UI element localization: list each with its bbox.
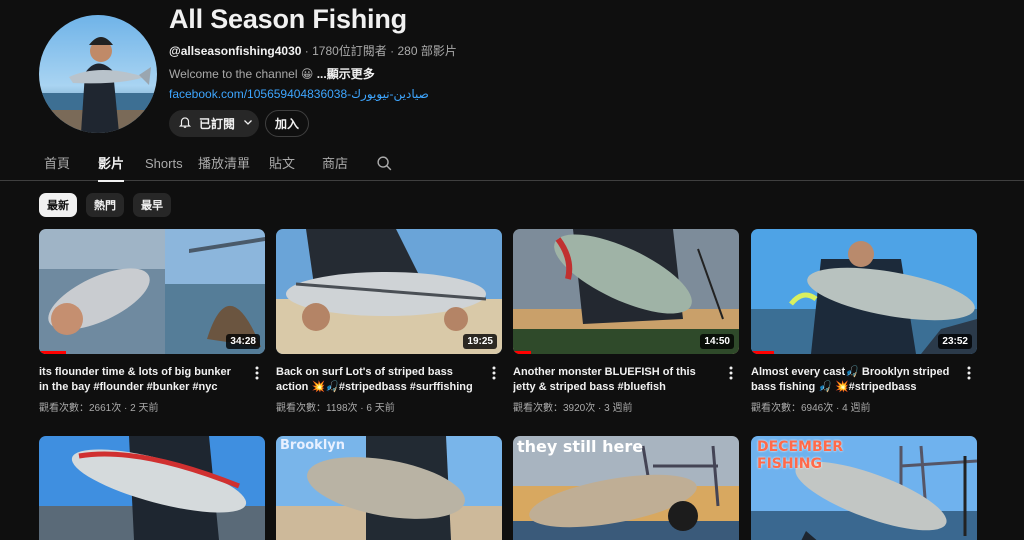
more-vert-icon[interactable] [725, 365, 737, 381]
upload-age: 2 天前 [130, 403, 159, 414]
video-card[interactable]: they still here [513, 436, 739, 540]
upload-age: 6 天前 [366, 403, 395, 414]
chip-popular[interactable]: 熱門 [86, 193, 124, 217]
tab-videos[interactable]: 影片 [98, 146, 125, 182]
view-count: 觀看次數：2661次 [39, 403, 122, 414]
video-thumbnail[interactable]: 19:25 [276, 229, 502, 354]
video-thumbnail[interactable] [39, 436, 265, 540]
video-duration: 19:25 [463, 334, 497, 349]
video-thumbnail[interactable]: 34:28 [39, 229, 265, 354]
meta-separator: · [304, 44, 313, 58]
channel-title: All Season Fishing [169, 4, 407, 34]
thumbnail-overlay-text: Brooklyn [280, 438, 346, 453]
video-meta: 觀看次數：2661次 · 2 天前 [39, 399, 158, 414]
video-count: 280 部影片 [397, 44, 457, 58]
more-vert-icon[interactable] [251, 365, 263, 381]
search-icon[interactable] [376, 155, 393, 172]
channel-handle: @allseasonfishing4030 [169, 44, 302, 58]
tab-shorts[interactable]: Shorts [145, 146, 183, 181]
subscribed-label: 已訂閱 [199, 117, 236, 131]
join-button[interactable]: 加入 [265, 110, 309, 137]
chip-oldest[interactable]: 最早 [133, 193, 171, 217]
video-thumbnail[interactable]: 23:52 [751, 229, 977, 354]
video-thumbnail[interactable]: 14:50 [513, 229, 739, 354]
channel-avatar[interactable] [39, 15, 157, 133]
chip-latest[interactable]: 最新 [39, 193, 77, 217]
meta-separator: · [390, 44, 398, 58]
bell-icon [178, 115, 192, 132]
meta-separator: · [121, 403, 131, 414]
description-text: Welcome to the channel 😀 [169, 67, 314, 81]
video-thumbnail[interactable]: DECEMBER FISHING [751, 436, 977, 540]
thumbnail-overlay-text: DECEMBER FISHING [757, 439, 843, 472]
meta-separator: · [833, 403, 843, 414]
upload-age: 4 週前 [842, 403, 871, 414]
meta-separator: · [595, 403, 605, 414]
subscriber-count: 1780位訂閱者 [312, 44, 387, 58]
video-thumbnail[interactable]: Brooklyn [276, 436, 502, 540]
video-card[interactable]: Brooklyn [276, 436, 502, 540]
tab-store[interactable]: 商店 [322, 146, 348, 181]
video-duration: 14:50 [700, 334, 734, 349]
chevron-down-icon [242, 116, 254, 131]
view-count: 觀看次數：6946次 [751, 403, 834, 414]
watch-progress-bar [751, 351, 774, 354]
watch-progress-bar [513, 351, 532, 354]
tab-playlists[interactable]: 播放清單 [198, 146, 250, 181]
upload-age: 3 週前 [604, 403, 633, 414]
video-card[interactable]: 34:28 its flounder time & lots of big bu… [39, 229, 265, 414]
video-duration: 23:52 [938, 334, 972, 349]
video-card[interactable] [39, 436, 265, 540]
thumbnail-overlay-text: they still here [517, 437, 644, 456]
watch-progress-bar [39, 351, 67, 354]
view-count: 觀看次數：3920次 [513, 403, 596, 414]
channel-tabs: 首頁 影片 Shorts 播放清單 貼文 商店 [0, 146, 1024, 182]
video-card[interactable]: 14:50 Another monster BLUEFISH of this j… [513, 229, 739, 414]
video-title[interactable]: Another monster BLUEFISH of this jetty &… [513, 365, 713, 395]
video-duration: 34:28 [226, 334, 260, 349]
video-meta: 觀看次數：1198次 · 6 天前 [276, 399, 395, 414]
channel-external-link[interactable]: facebook.com/105659404836038-صيادين-نيوي… [169, 87, 429, 101]
subscribed-button[interactable]: 已訂閱 [169, 110, 259, 137]
video-meta: 觀看次數：6946次 · 4 週前 [751, 399, 870, 414]
channel-meta: @allseasonfishing4030 · 1780位訂閱者 · 280 部… [169, 42, 457, 59]
video-card[interactable]: 23:52 Almost every cast🎣 Brooklyn stripe… [751, 229, 977, 414]
video-title[interactable]: Almost every cast🎣 Brooklyn striped bass… [751, 365, 951, 395]
video-meta: 觀看次數：3920次 · 3 週前 [513, 399, 632, 414]
tab-home[interactable]: 首頁 [44, 146, 70, 181]
video-card[interactable]: 19:25 Back on surf Lot's of striped bass… [276, 229, 502, 414]
more-vert-icon[interactable] [488, 365, 500, 381]
video-card[interactable]: DECEMBER FISHING [751, 436, 977, 540]
tab-posts[interactable]: 貼文 [269, 146, 295, 181]
channel-description[interactable]: Welcome to the channel 😀 ...顯示更多 [169, 65, 375, 82]
video-thumbnail[interactable]: they still here [513, 436, 739, 540]
show-more-link[interactable]: ...顯示更多 [317, 67, 375, 81]
view-count: 觀看次數：1198次 [276, 403, 358, 414]
video-title[interactable]: Back on surf Lot's of striped bass actio… [276, 365, 476, 395]
more-vert-icon[interactable] [963, 365, 975, 381]
video-title[interactable]: its flounder time & lots of big bunker i… [39, 365, 239, 395]
